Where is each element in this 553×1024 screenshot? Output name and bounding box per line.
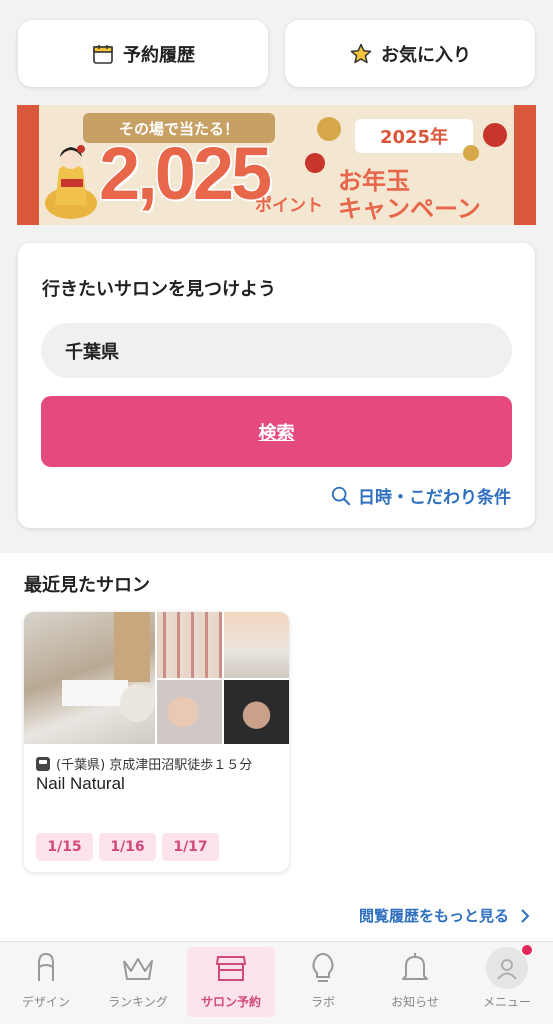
date-chip[interactable]: 1/17 <box>162 833 219 861</box>
store-icon <box>215 956 247 981</box>
favorites-button[interactable]: お気に入り <box>285 20 535 87</box>
bell-icon <box>402 953 428 980</box>
date-chip[interactable]: 1/15 <box>36 833 93 861</box>
banner-campaign-line2: キャンペーン <box>338 195 481 223</box>
tab-design[interactable]: デザイン <box>2 947 90 1017</box>
salon-room-photo <box>224 612 289 678</box>
banner-left-border <box>17 105 39 225</box>
banner-flower-decoration <box>483 123 507 147</box>
calendar-icon <box>93 44 113 64</box>
tab-label: サロン予約 <box>200 995 261 1009</box>
banner-points-label: ポイント <box>255 196 323 216</box>
tab-ranking[interactable]: ランキング <box>94 947 182 1017</box>
search-icon <box>331 486 351 505</box>
search-title: 行きたいサロンを見つけよう <box>42 279 276 300</box>
view-more-history-link[interactable]: 閲覧履歴をもっと見る <box>359 905 531 926</box>
campaign-banner[interactable]: その場で当たる！ 2,025 ポイント 2025年 お年玉 キャンペーン <box>17 105 536 225</box>
star-icon <box>350 43 372 63</box>
area-input[interactable]: 千葉県 <box>41 323 512 378</box>
salon-station-text: (千葉県) 京成津田沼駅徒歩１５分 <box>56 758 253 773</box>
banner-year-label: 2025年 <box>355 119 473 153</box>
salon-name: Nail Natural <box>36 774 125 793</box>
bottom-tab-bar: デザイン ランキング サロン予約 ラボ お知らせ メニュー <box>0 941 553 1024</box>
tab-label: メニュー <box>482 995 531 1009</box>
search-button[interactable]: 検索 <box>41 396 512 467</box>
lightbulb-icon <box>312 952 334 982</box>
available-dates: 1/15 1/16 1/17 <box>36 833 219 861</box>
nail-design-photo <box>157 680 222 744</box>
salon-station: (千葉県) 京成津田沼駅徒歩１５分 <box>36 754 252 773</box>
top-buttons: 予約履歴 お気に入り <box>18 20 535 87</box>
banner-flower-decoration <box>305 153 325 173</box>
salon-search-card: 行きたいサロンを見つけよう 千葉県 検索 日時・こだわり条件 <box>18 243 535 528</box>
banner-right-border <box>514 105 536 225</box>
date-chip[interactable]: 1/16 <box>99 833 156 861</box>
banner-flower-decoration <box>317 117 341 141</box>
salon-photos <box>24 612 289 744</box>
banner-flower-decoration <box>463 145 479 161</box>
chevron-right-icon <box>521 908 530 923</box>
tab-lab[interactable]: ラボ <box>279 947 367 1017</box>
nail-design-photo <box>224 680 289 744</box>
conditions-link[interactable]: 日時・こだわり条件 <box>330 483 511 508</box>
view-more-history-label: 閲覧履歴をもっと見る <box>358 907 509 925</box>
nail-icon <box>38 952 54 981</box>
avatar-icon <box>486 943 534 989</box>
tab-label: デザイン <box>21 995 70 1009</box>
banner-big-number: 2,025 <box>97 131 273 217</box>
tab-notifications[interactable]: お知らせ <box>371 947 459 1017</box>
salon-interior-photo <box>24 612 155 744</box>
tab-salon-reservation[interactable]: サロン予約 <box>187 947 275 1017</box>
recently-viewed-section: 最近見たサロン (千葉県) 京成津田沼駅徒歩１５分 Nail Natural 1… <box>0 553 553 941</box>
reservation-history-button[interactable]: 予約履歴 <box>18 20 268 87</box>
notification-badge <box>520 943 534 957</box>
conditions-label: 日時・こだわり条件 <box>358 488 511 508</box>
reservation-history-label: 予約履歴 <box>123 44 195 66</box>
nail-sample-photo <box>157 612 222 678</box>
train-icon <box>36 756 50 771</box>
tab-label: お知らせ <box>391 995 439 1009</box>
tab-menu[interactable]: メニュー <box>463 943 551 1017</box>
kimono-girl-illustration <box>45 145 97 219</box>
crown-icon <box>123 958 153 980</box>
tab-label: ランキング <box>108 995 168 1009</box>
recently-viewed-title: 最近見たサロン <box>24 575 150 596</box>
tab-label: ラボ <box>310 995 335 1009</box>
salon-card[interactable]: (千葉県) 京成津田沼駅徒歩１５分 Nail Natural 1/15 1/16… <box>24 612 289 872</box>
favorites-label: お気に入り <box>381 44 471 66</box>
